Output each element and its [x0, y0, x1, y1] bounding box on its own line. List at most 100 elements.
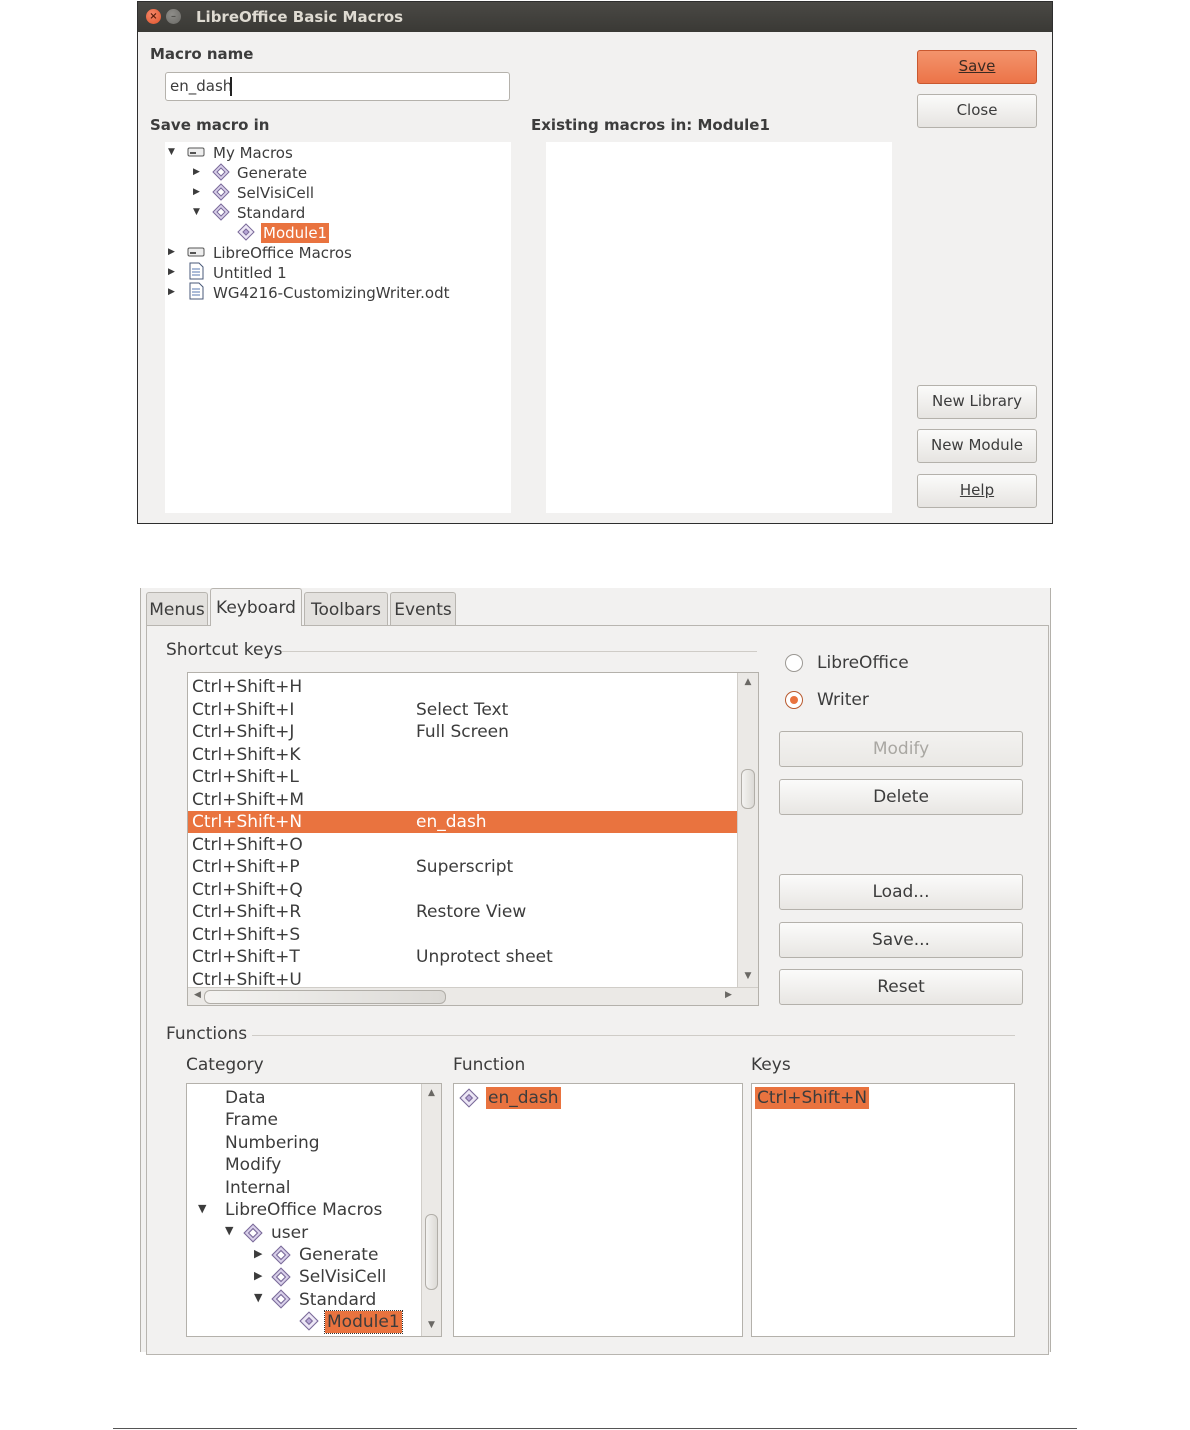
tab-toolbars[interactable]: Toolbars	[304, 592, 388, 626]
writer-radio-label[interactable]: Writer	[817, 690, 869, 710]
existing-macros-list[interactable]	[546, 142, 892, 513]
tab-events[interactable]: Events	[390, 592, 456, 626]
expanded-arrow-icon[interactable]: ▼	[254, 1288, 262, 1308]
macro-name-input[interactable]: en_dash	[165, 72, 510, 101]
category-selvisicell[interactable]: SelVisiCell	[299, 1266, 386, 1288]
new-module-button[interactable]: New Module	[917, 429, 1037, 463]
save-config-button[interactable]: Save...	[779, 922, 1023, 958]
tree-item-wg4216-document[interactable]: WG4216-CustomizingWriter.odt	[213, 283, 449, 303]
scroll-up-icon[interactable]: ▲	[422, 1088, 441, 1098]
modify-button[interactable]: Modify	[779, 731, 1023, 767]
category-modify[interactable]: Modify	[225, 1154, 281, 1176]
expanded-arrow-icon[interactable]: ▼	[198, 1199, 206, 1219]
scroll-right-icon[interactable]: ▶	[725, 990, 732, 1000]
tree-item-my-macros[interactable]: My Macros	[213, 143, 293, 163]
tree-item-standard[interactable]: Standard	[237, 203, 305, 223]
new-module-button-label: New Module	[930, 436, 1024, 454]
help-button-label: Help	[959, 481, 995, 499]
separator	[252, 1035, 1015, 1036]
scroll-up-icon[interactable]: ▲	[738, 677, 758, 687]
scroll-left-icon[interactable]: ◀	[194, 990, 201, 1000]
reset-button[interactable]: Reset	[779, 969, 1023, 1005]
collapsed-arrow-icon[interactable]: ▶	[168, 282, 175, 302]
shortcut-key: Ctrl+Shift+Q	[192, 879, 303, 900]
category-scrollbar[interactable]: ▲ ▼	[421, 1084, 441, 1336]
expanded-arrow-icon[interactable]: ▼	[193, 202, 200, 222]
document-icon	[189, 262, 204, 280]
load-button[interactable]: Load...	[779, 874, 1023, 910]
shortcut-row[interactable]: Ctrl+Shift+Q	[188, 879, 737, 901]
library-icon	[212, 203, 230, 221]
tab-keyboard[interactable]: Keyboard	[210, 588, 302, 626]
module-icon	[299, 1311, 319, 1331]
tree-item-libreoffice-macros[interactable]: LibreOffice Macros	[213, 243, 352, 263]
shortcut-row[interactable]: Ctrl+Shift+S	[188, 924, 737, 946]
category-tree[interactable]: Data Frame Numbering Modify Internal ▼ L…	[186, 1083, 442, 1337]
shortcut-row[interactable]: Ctrl+Shift+M	[188, 789, 737, 811]
basic-macros-dialog: × – LibreOffice Basic Macros Macro name …	[137, 1, 1053, 524]
scroll-down-icon[interactable]: ▼	[422, 1320, 441, 1330]
writer-radio[interactable]	[785, 691, 803, 709]
shortcut-row[interactable]: Ctrl+Shift+N en_dash	[188, 811, 737, 833]
collapsed-arrow-icon[interactable]: ▶	[168, 242, 175, 262]
collapsed-arrow-icon[interactable]: ▶	[193, 162, 200, 182]
shortcut-row[interactable]: Ctrl+Shift+I Select Text	[188, 699, 737, 721]
category-generate[interactable]: Generate	[299, 1244, 378, 1266]
collapsed-arrow-icon[interactable]: ▶	[168, 262, 175, 282]
function-item-en-dash[interactable]: en_dash	[486, 1087, 561, 1109]
collapsed-arrow-icon[interactable]: ▶	[254, 1244, 262, 1264]
scrollbar-thumb[interactable]	[425, 1214, 438, 1290]
delete-button[interactable]: Delete	[779, 779, 1023, 815]
expanded-arrow-icon[interactable]: ▼	[225, 1221, 233, 1241]
minimize-window-icon[interactable]: –	[166, 9, 181, 24]
expanded-arrow-icon[interactable]: ▼	[168, 142, 175, 162]
shortcut-row[interactable]: Ctrl+Shift+H	[188, 676, 737, 698]
shortcut-row[interactable]: Ctrl+Shift+O	[188, 834, 737, 856]
category-module1[interactable]: Module1	[324, 1310, 403, 1334]
close-button[interactable]: Close	[917, 94, 1037, 128]
collapsed-arrow-icon[interactable]: ▶	[193, 182, 200, 202]
function-list[interactable]: en_dash	[453, 1083, 743, 1337]
shortcut-row[interactable]: Ctrl+Shift+P Superscript	[188, 856, 737, 878]
hscroll-thumb[interactable]	[204, 990, 446, 1004]
shortcut-row[interactable]: Ctrl+Shift+J Full Screen	[188, 721, 737, 743]
category-frame[interactable]: Frame	[225, 1109, 278, 1131]
libreoffice-radio-label[interactable]: LibreOffice	[817, 653, 909, 673]
key-item-ctrl-shift-n[interactable]: Ctrl+Shift+N	[755, 1087, 870, 1109]
save-button[interactable]: Save	[917, 50, 1037, 84]
tree-item-selvisicell[interactable]: SelVisiCell	[237, 183, 314, 203]
scrollbar-thumb[interactable]	[741, 769, 755, 809]
shortcut-keys-list[interactable]: Ctrl+Shift+H Ctrl+Shift+I Select Text Ctrl+…	[187, 672, 759, 1006]
libreoffice-radio[interactable]	[785, 654, 803, 672]
shortcut-row[interactable]: Ctrl+Shift+R Restore View	[188, 901, 737, 923]
close-button-label: Close	[956, 101, 998, 119]
category-numbering[interactable]: Numbering	[225, 1132, 320, 1154]
module-icon	[237, 223, 255, 241]
shortcut-key: Ctrl+Shift+K	[192, 744, 301, 765]
save-in-tree[interactable]: ▼ My Macros ▶ Generate ▶ SelVisiCell ▼ S…	[165, 142, 511, 513]
shortcut-function: Restore View	[416, 902, 527, 922]
tree-item-generate[interactable]: Generate	[237, 163, 307, 183]
vertical-scrollbar[interactable]: ▲ ▼	[737, 673, 758, 987]
keys-label: Keys	[751, 1055, 791, 1075]
category-data[interactable]: Data	[225, 1087, 266, 1109]
new-library-button[interactable]: New Library	[917, 385, 1037, 419]
tree-item-untitled-1[interactable]: Untitled 1	[213, 263, 287, 283]
drive-icon	[187, 247, 205, 257]
category-internal[interactable]: Internal	[225, 1177, 291, 1199]
category-libreoffice-macros[interactable]: LibreOffice Macros	[225, 1199, 382, 1221]
save-button-label: Save	[958, 57, 996, 75]
help-button[interactable]: Help	[917, 474, 1037, 508]
keys-list[interactable]: Ctrl+Shift+N	[751, 1083, 1015, 1337]
category-user[interactable]: user	[271, 1222, 308, 1244]
tree-item-module1[interactable]: Module1	[261, 223, 330, 243]
category-standard[interactable]: Standard	[299, 1289, 376, 1311]
close-window-icon[interactable]: ×	[146, 9, 161, 24]
horizontal-scrollbar[interactable]: ◀ ▶	[188, 987, 758, 1005]
shortcut-row[interactable]: Ctrl+Shift+T Unprotect sheet	[188, 946, 737, 968]
collapsed-arrow-icon[interactable]: ▶	[254, 1266, 262, 1286]
shortcut-row[interactable]: Ctrl+Shift+K	[188, 744, 737, 766]
shortcut-row[interactable]: Ctrl+Shift+L	[188, 766, 737, 788]
tab-menus[interactable]: Menus	[146, 592, 208, 626]
scroll-down-icon[interactable]: ▼	[738, 971, 758, 981]
